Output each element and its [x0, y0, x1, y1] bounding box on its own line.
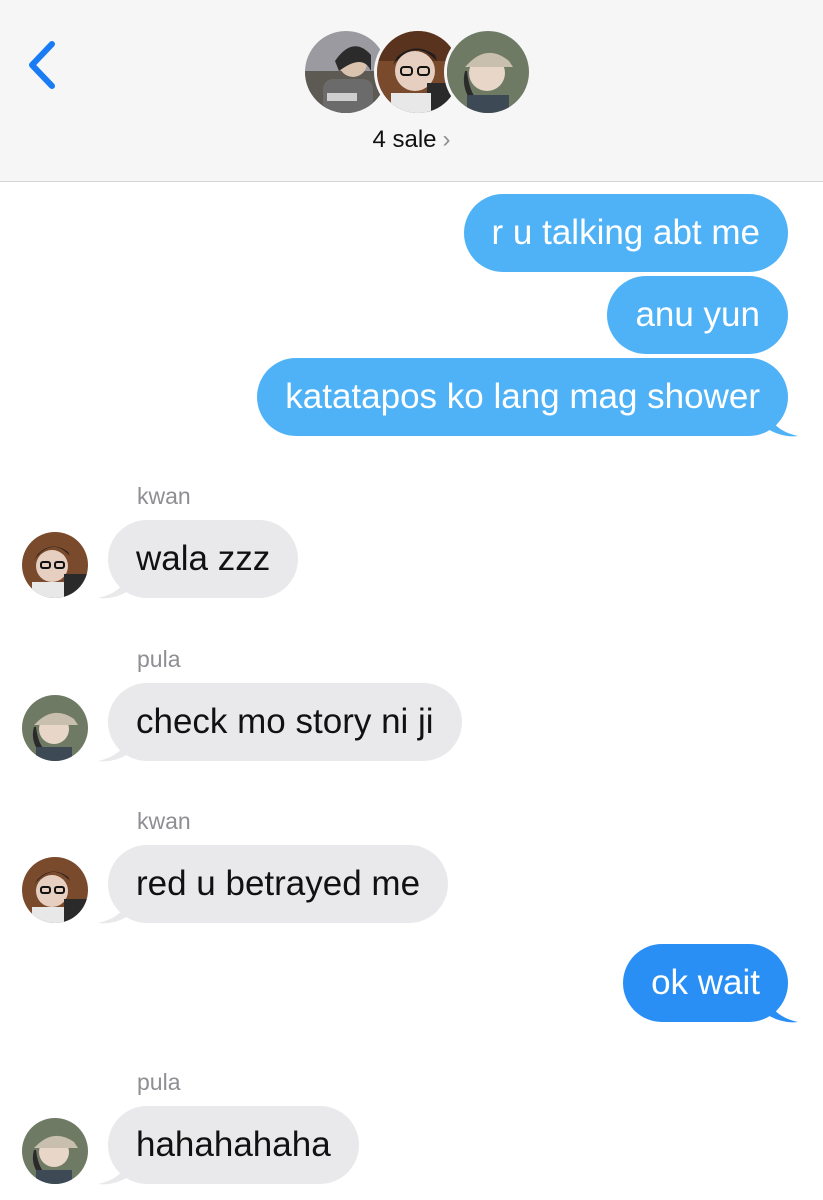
bubble-tail	[98, 893, 130, 924]
message-text: hahahahaha	[136, 1125, 331, 1164]
sender-name: kwan	[137, 483, 191, 509]
message-text: katatapos ko lang mag shower	[285, 377, 760, 416]
incoming-message-bubble[interactable]: check mo story ni ji	[108, 683, 462, 761]
bubble-tail	[98, 568, 130, 599]
message-text: anu yun	[635, 295, 760, 334]
sender-avatar-kwan[interactable]	[22, 532, 88, 598]
incoming-message-bubble[interactable]: red u betrayed me	[108, 845, 449, 923]
member-avatar	[444, 28, 532, 116]
sender-name: pula	[137, 1069, 181, 1095]
incoming-message-bubble[interactable]: hahahahaha	[108, 1106, 359, 1184]
sender-name: pula	[137, 646, 181, 672]
bubble-tail	[766, 406, 798, 437]
message-text: wala zzz	[136, 539, 271, 578]
group-name-button[interactable]: 4 sale ›	[0, 126, 823, 154]
group-name-label: 4 sale	[372, 126, 437, 153]
chevron-right-icon: ›	[442, 126, 451, 153]
message-text: check mo story ni ji	[136, 702, 434, 741]
sender-avatar-kwan[interactable]	[22, 857, 88, 923]
chevron-left-icon	[29, 41, 55, 89]
incoming-message-bubble[interactable]: wala zzz	[108, 520, 299, 598]
message-text: ok wait	[651, 963, 760, 1002]
conversation-header: 4 sale ›	[0, 0, 823, 182]
message-text: red u betrayed me	[136, 864, 421, 903]
bubble-tail	[766, 992, 798, 1023]
back-button[interactable]	[22, 40, 62, 90]
sender-avatar-pula[interactable]	[22, 695, 88, 761]
bubble-tail	[98, 1154, 130, 1185]
sender-avatar-pula[interactable]	[22, 1118, 88, 1184]
outgoing-message-bubble[interactable]: r u talking abt me	[463, 194, 788, 272]
group-avatars[interactable]	[302, 28, 532, 118]
outgoing-message-bubble[interactable]: anu yun	[607, 276, 788, 354]
message-text: r u talking abt me	[491, 213, 760, 252]
bubble-tail	[98, 731, 130, 762]
sender-name: kwan	[137, 808, 191, 834]
outgoing-message-bubble[interactable]: katatapos ko lang mag shower	[257, 358, 788, 436]
outgoing-message-bubble[interactable]: ok wait	[623, 944, 788, 1022]
